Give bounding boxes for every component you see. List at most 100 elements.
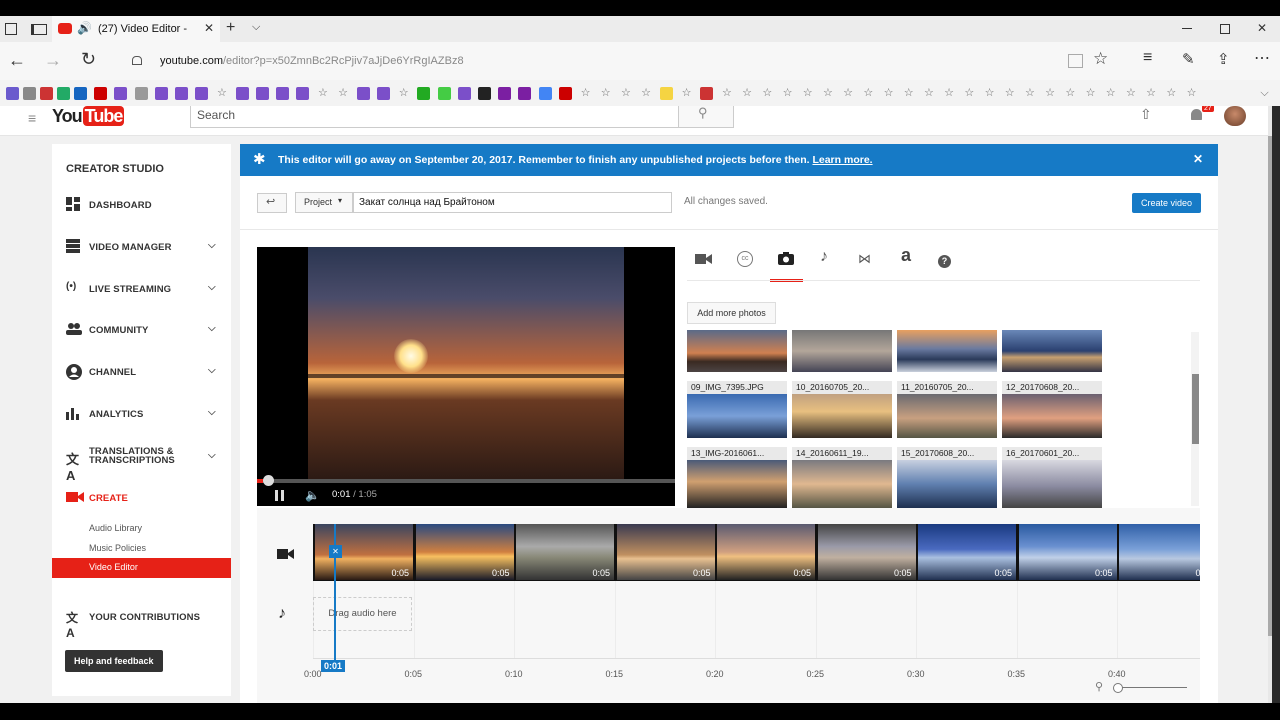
favorite-site-icon[interactable]: ☆	[902, 87, 915, 100]
favorites-overflow-chevron-icon[interactable]: ⌵	[1258, 87, 1271, 100]
favorite-site-icon[interactable]: ☆	[599, 87, 612, 100]
favorite-site-icon[interactable]: ☆	[842, 87, 855, 100]
tab-transitions-icon[interactable]: ⋈	[858, 251, 871, 267]
timeline-clip[interactable]: 0:05	[817, 524, 916, 580]
tabs-aside-icon[interactable]	[31, 24, 47, 35]
nav-community[interactable]: COMMUNITY ⌵	[66, 321, 226, 341]
tab-close-icon[interactable]: ✕	[204, 21, 214, 35]
favorite-site-icon[interactable]	[538, 87, 552, 100]
tab-list-chevron-icon[interactable]: ⌵	[252, 21, 260, 34]
create-video-button[interactable]: Create video	[1132, 193, 1201, 213]
timeline-clip[interactable]: 0:05	[1119, 524, 1200, 580]
nav-video-editor-active[interactable]: Video Editor	[52, 558, 231, 578]
favorite-site-icon[interactable]: ☆	[963, 87, 976, 100]
favorite-site-icon[interactable]: ☆	[761, 87, 774, 100]
favorite-site-icon[interactable]	[700, 87, 714, 100]
favorite-site-icon[interactable]: ☆	[720, 87, 733, 100]
share-icon[interactable]: ⇪	[1217, 50, 1230, 68]
nav-translations[interactable]: 文A TRANSLATIONS & TRANSCRIPTIONS ⌵	[66, 446, 226, 483]
favorite-site-icon[interactable]: ☆	[1165, 87, 1178, 100]
youtube-logo[interactable]: You Tube	[52, 106, 125, 128]
timeline-clip[interactable]: 0:05	[616, 524, 715, 580]
favorite-site-icon[interactable]: ☆	[1084, 87, 1097, 100]
favorite-site-icon[interactable]	[478, 87, 491, 100]
favorite-site-icon[interactable]: ☆	[1145, 87, 1158, 100]
photo-thumbnail[interactable]	[792, 460, 892, 508]
photo-grid-scroll-thumb[interactable]	[1192, 374, 1199, 444]
favorite-site-icon[interactable]	[558, 87, 572, 100]
favorite-site-icon[interactable]: ☆	[316, 87, 329, 100]
back-button[interactable]: ↩	[257, 193, 287, 213]
favorite-site-icon[interactable]: ☆	[943, 87, 956, 100]
favorite-site-icon[interactable]: ☆	[1124, 87, 1137, 100]
favorite-site-icon[interactable]: ☆	[983, 87, 996, 100]
favorite-site-icon[interactable]: ☆	[1064, 87, 1077, 100]
photo-thumbnail[interactable]	[687, 330, 787, 372]
favorite-site-icon[interactable]: ☆	[1185, 87, 1198, 100]
favorite-site-icon[interactable]: ☆	[640, 87, 653, 100]
active-tab[interactable]: 🔊 (27) Video Editor - ✕	[52, 16, 220, 42]
tab-help-icon[interactable]: ?	[938, 255, 951, 268]
favorite-site-icon[interactable]	[114, 87, 128, 100]
url-field[interactable]: youtube.com/editor?p=x50ZmnBc2RcPjiv7aJj…	[160, 55, 464, 67]
favorite-site-icon[interactable]	[195, 87, 209, 100]
video-progress-handle[interactable]	[263, 475, 274, 486]
nav-channel[interactable]: CHANNEL ⌵	[66, 363, 226, 383]
zoom-slider[interactable]	[1113, 683, 1187, 693]
project-dropdown[interactable]: Project ▾	[295, 192, 353, 213]
favorite-site-icon[interactable]	[437, 87, 451, 100]
reading-view-icon[interactable]	[1068, 54, 1083, 68]
favorite-site-icon[interactable]	[255, 87, 269, 100]
favorite-site-icon[interactable]	[659, 87, 673, 100]
favorite-site-icon[interactable]: ☆	[862, 87, 875, 100]
favorite-site-icon[interactable]: ☆	[1023, 87, 1036, 100]
favorite-site-icon[interactable]	[40, 87, 53, 100]
zoom-slider-handle[interactable]	[1113, 683, 1123, 693]
favorite-site-icon[interactable]	[417, 87, 431, 100]
add-more-photos-button[interactable]: Add more photos	[687, 302, 776, 324]
timeline-clip[interactable]: 0:05	[516, 524, 614, 580]
favorite-site-icon[interactable]	[23, 87, 36, 100]
favorite-site-icon[interactable]	[94, 87, 108, 100]
favorite-site-icon[interactable]	[356, 87, 370, 100]
photo-thumbnail[interactable]	[897, 330, 997, 372]
favorite-site-icon[interactable]: ☆	[1044, 87, 1057, 100]
volume-icon[interactable]: 🔈	[305, 488, 320, 502]
tab-creative-commons[interactable]: cc	[737, 251, 753, 267]
favorite-site-icon[interactable]	[235, 87, 249, 100]
photo-thumbnail[interactable]	[792, 330, 892, 372]
tab-text-icon[interactable]: a	[901, 245, 911, 266]
favorite-site-icon[interactable]	[296, 87, 310, 100]
favorite-site-icon[interactable]: ☆	[579, 87, 592, 100]
favorite-site-icon[interactable]	[518, 87, 532, 100]
timeline-clip[interactable]: 0:05	[415, 524, 514, 580]
favorite-site-icon[interactable]	[154, 87, 168, 100]
banner-learn-more-link[interactable]: Learn more.	[812, 154, 872, 166]
photo-thumbnail[interactable]	[687, 394, 787, 438]
minimize-button[interactable]	[1182, 28, 1192, 29]
photo-grid-scrollbar[interactable]	[1191, 332, 1199, 506]
favorite-site-icon[interactable]	[498, 87, 512, 100]
photo-thumbnail[interactable]	[687, 460, 787, 508]
nav-video-manager[interactable]: VIDEO MANAGER ⌵	[66, 238, 226, 258]
favorite-site-icon[interactable]: ☆	[882, 87, 895, 100]
close-window-button[interactable]: ✕	[1257, 21, 1267, 35]
favorite-site-icon[interactable]	[6, 87, 19, 100]
favorite-site-icon[interactable]	[175, 87, 188, 100]
more-menu-icon[interactable]: ⋯	[1254, 48, 1270, 68]
favorite-site-icon[interactable]: ☆	[781, 87, 794, 100]
photo-thumbnail[interactable]	[1002, 394, 1102, 438]
video-progress-track[interactable]	[257, 475, 675, 486]
favorite-site-icon[interactable]: ☆	[801, 87, 814, 100]
favorite-site-icon[interactable]	[74, 87, 87, 100]
upload-icon[interactable]: ⇧	[1140, 106, 1152, 123]
video-player[interactable]: 🔈 0:01 / 1:05	[257, 247, 675, 506]
photo-thumbnail[interactable]	[1002, 330, 1102, 372]
photo-thumbnail[interactable]	[897, 460, 997, 508]
project-name-input[interactable]: Закат солнца над Брайтоном	[353, 192, 672, 213]
nav-dashboard[interactable]: DASHBOARD	[66, 196, 226, 216]
hub-icon[interactable]: ≡	[1143, 49, 1152, 67]
favorite-site-icon[interactable]: ☆	[1003, 87, 1016, 100]
photo-thumbnail[interactable]	[1002, 460, 1102, 508]
maximize-button[interactable]	[1220, 24, 1230, 34]
